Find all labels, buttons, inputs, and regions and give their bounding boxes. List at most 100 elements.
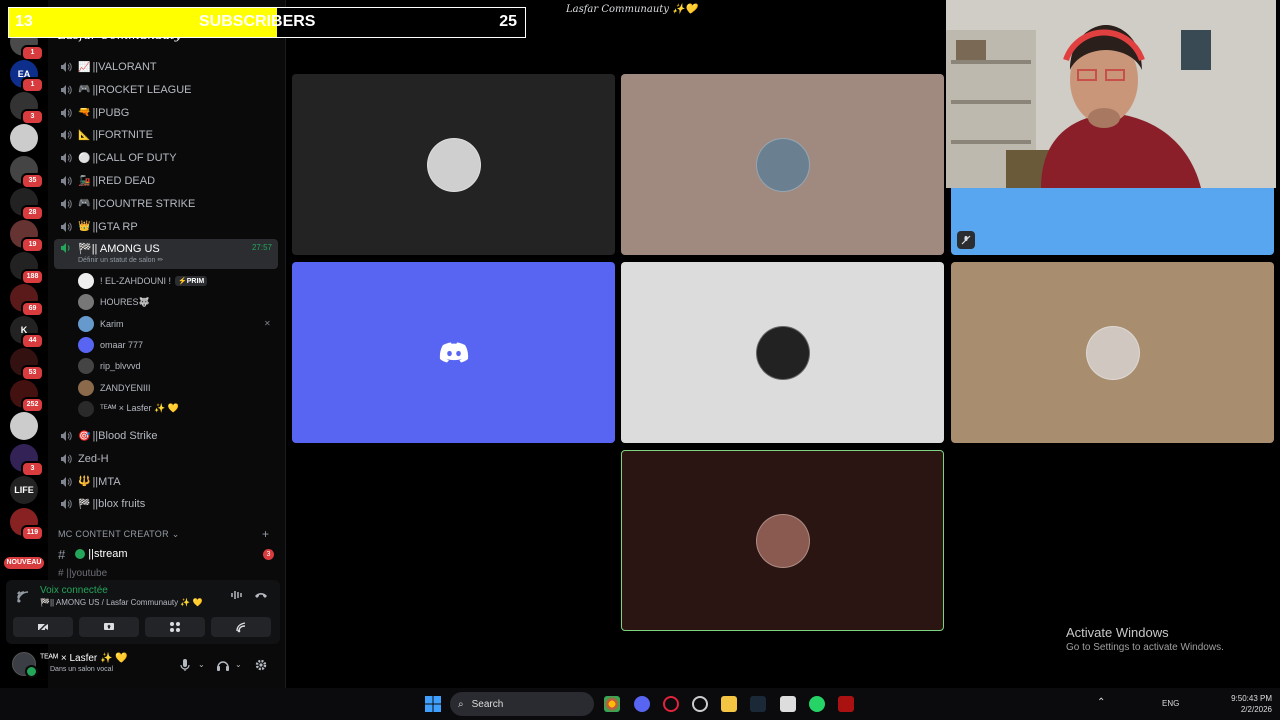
voice-channel[interactable]: 🔫 ||PUBG bbox=[54, 102, 278, 124]
text-channel-youtube[interactable]: # ||youtube bbox=[58, 568, 107, 578]
online-status-icon bbox=[25, 665, 38, 678]
voice-member[interactable]: ! EL-ZAHDOUNI ! ⚡PRIM bbox=[78, 271, 278, 291]
server-12-icon[interactable]: 252 bbox=[10, 380, 44, 413]
unread-badge: 119 bbox=[21, 525, 44, 541]
voice-member[interactable]: HOURES🐺 bbox=[78, 292, 278, 312]
noise-suppression-icon[interactable] bbox=[230, 588, 244, 602]
speaker-icon bbox=[61, 198, 72, 209]
muted-icon: ✕ bbox=[264, 319, 271, 329]
signal-icon[interactable] bbox=[16, 590, 30, 604]
chevron-down-icon[interactable]: ⌄ bbox=[235, 660, 242, 669]
server-11-icon[interactable]: 53 bbox=[10, 348, 44, 381]
disconnect-icon[interactable] bbox=[254, 588, 268, 602]
clock[interactable]: 9:50:43 PM 2/2/2026 bbox=[1228, 693, 1272, 715]
soundboard-button[interactable] bbox=[211, 617, 271, 637]
channel-label: ||RED DEAD bbox=[92, 175, 156, 187]
obs-icon[interactable] bbox=[692, 696, 708, 712]
webcam-tile-blue[interactable] bbox=[951, 188, 1274, 255]
user-panel: ᵀᴱᴬᴹ × Lasfer ✨ 💛 Dans un salon vocal ⌄ … bbox=[6, 648, 280, 682]
video-tile[interactable] bbox=[621, 262, 944, 443]
channel-emoji-icon bbox=[75, 549, 86, 559]
voice-channel[interactable]: 📈 ||VALORANT bbox=[54, 56, 278, 78]
headphones-icon[interactable] bbox=[216, 658, 230, 672]
voice-channel[interactable]: 🔱 ||MTA bbox=[54, 471, 278, 493]
member-name: ! EL-ZAHDOUNI ! bbox=[100, 276, 172, 286]
member-name: rip_blvvvd bbox=[100, 361, 141, 372]
voice-status[interactable]: Voix connectée bbox=[40, 585, 108, 596]
discord-icon[interactable] bbox=[634, 696, 650, 712]
server-10-icon[interactable]: K 44 bbox=[10, 316, 44, 349]
chevron-down-icon[interactable]: ⌄ bbox=[198, 660, 205, 669]
taskbar-search[interactable]: ⌕ Search bbox=[450, 692, 594, 716]
capcut-icon[interactable] bbox=[780, 696, 796, 712]
voice-channel[interactable]: 🚂 ||RED DEAD bbox=[54, 170, 278, 192]
server-5-icon[interactable]: 35 bbox=[10, 156, 44, 189]
avatar[interactable] bbox=[12, 652, 38, 678]
webcam-overlay bbox=[946, 0, 1276, 188]
activities-button[interactable] bbox=[145, 617, 205, 637]
server-9-icon[interactable]: 69 bbox=[10, 284, 44, 317]
screen-share-button[interactable] bbox=[79, 617, 139, 637]
avatar bbox=[78, 315, 94, 332]
tray-chevron-icon[interactable]: ⌃ bbox=[1097, 697, 1105, 708]
voice-channel[interactable]: ⚪ ||CALL OF DUTY bbox=[54, 147, 278, 169]
channel-label: ||youtube bbox=[66, 568, 108, 578]
avatar bbox=[78, 400, 94, 417]
voice-channel-active[interactable]: 🏁|| AMONG US 27:57 Définir un statut de sa… bbox=[54, 239, 278, 269]
language-indicator[interactable]: ENG bbox=[1162, 699, 1179, 708]
voice-channel[interactable]: Zed-H bbox=[54, 448, 278, 470]
server-ea-icon[interactable]: EA 1 bbox=[10, 60, 44, 93]
gear-icon[interactable] bbox=[254, 658, 268, 672]
steam-icon[interactable] bbox=[750, 696, 766, 712]
voice-member[interactable]: Karim ✕ bbox=[78, 314, 278, 334]
server-15-icon[interactable]: LIFE bbox=[10, 476, 38, 504]
microphone-icon[interactable] bbox=[178, 658, 192, 672]
channel-emoji-icon: 🎯 bbox=[78, 430, 91, 442]
voice-channel[interactable]: 🏁 ||blox fruits bbox=[54, 493, 278, 515]
unread-badge: 69 bbox=[21, 301, 44, 317]
category-header[interactable]: MC CONTENT CREATOR ⌄ bbox=[58, 529, 180, 540]
voice-channel[interactable]: 👑 ||GTA RP bbox=[54, 216, 278, 238]
new-badge[interactable]: NOUVEAU bbox=[4, 557, 44, 569]
text-channel-stream[interactable]: # ||stream 3 bbox=[58, 545, 276, 563]
windows-start-icon[interactable] bbox=[425, 696, 441, 712]
folder-icon[interactable] bbox=[721, 696, 737, 712]
channel-label: ||ROCKET LEAGUE bbox=[92, 83, 192, 96]
server-16-icon[interactable]: 119 bbox=[10, 508, 44, 541]
participant-avatar bbox=[1085, 325, 1140, 380]
voice-channel[interactable]: 🎮 ||ROCKET LEAGUE bbox=[54, 79, 278, 101]
server-13-icon[interactable] bbox=[10, 412, 38, 440]
voice-channel-path[interactable]: 🏁|| AMONG US / Lasfar Communauty ✨ 💛 bbox=[40, 598, 203, 607]
voice-member[interactable]: rip_blvvvd bbox=[78, 356, 278, 376]
chrome-icon[interactable] bbox=[604, 696, 620, 712]
voice-channel[interactable]: 📐 ||FORTNITE bbox=[54, 124, 278, 146]
server-3-icon[interactable]: 3 bbox=[10, 92, 44, 125]
server-14-icon[interactable]: 3 bbox=[10, 444, 44, 477]
voice-member[interactable]: omaar 777 bbox=[78, 335, 278, 355]
channel-emoji-icon: 📐 bbox=[78, 129, 91, 141]
server-8-icon[interactable]: 188 bbox=[10, 252, 44, 285]
opera-icon[interactable] bbox=[663, 696, 679, 712]
video-tile[interactable] bbox=[951, 262, 1274, 443]
channel-status: Définir un statut de salon ✏ bbox=[78, 257, 164, 264]
server-4-icon[interactable] bbox=[10, 124, 38, 152]
camera-button[interactable] bbox=[13, 617, 73, 637]
voice-member[interactable]: ZANDYENIII bbox=[78, 378, 278, 398]
date: 2/2/2026 bbox=[1240, 705, 1272, 714]
server-6-icon[interactable]: 28 bbox=[10, 188, 44, 221]
user-name[interactable]: ᵀᴱᴬᴹ × Lasfer ✨ 💛 bbox=[40, 653, 128, 664]
video-tile[interactable] bbox=[621, 74, 944, 255]
channel-emoji-icon: 🚂 bbox=[78, 175, 91, 187]
whatsapp-icon[interactable] bbox=[809, 696, 825, 712]
video-tile[interactable] bbox=[292, 262, 615, 443]
voice-channel[interactable]: 🎮 ||COUNTRE STRIKE bbox=[54, 193, 278, 215]
video-tile[interactable] bbox=[292, 74, 615, 255]
voice-member[interactable]: ᵀᴱᴬᴹ × Lasfer ✨ 💛 bbox=[78, 399, 278, 419]
channel-label: ||PUBG bbox=[92, 106, 130, 119]
app-icon[interactable] bbox=[838, 696, 854, 712]
server-7-icon[interactable]: 19 bbox=[10, 220, 44, 253]
voice-channel[interactable]: 🎯 ||Blood Strike bbox=[54, 425, 278, 447]
video-tile-speaking[interactable] bbox=[621, 450, 944, 631]
add-channel-button[interactable]: + bbox=[262, 527, 269, 541]
channel-emoji-icon: 🔱 bbox=[78, 476, 91, 488]
